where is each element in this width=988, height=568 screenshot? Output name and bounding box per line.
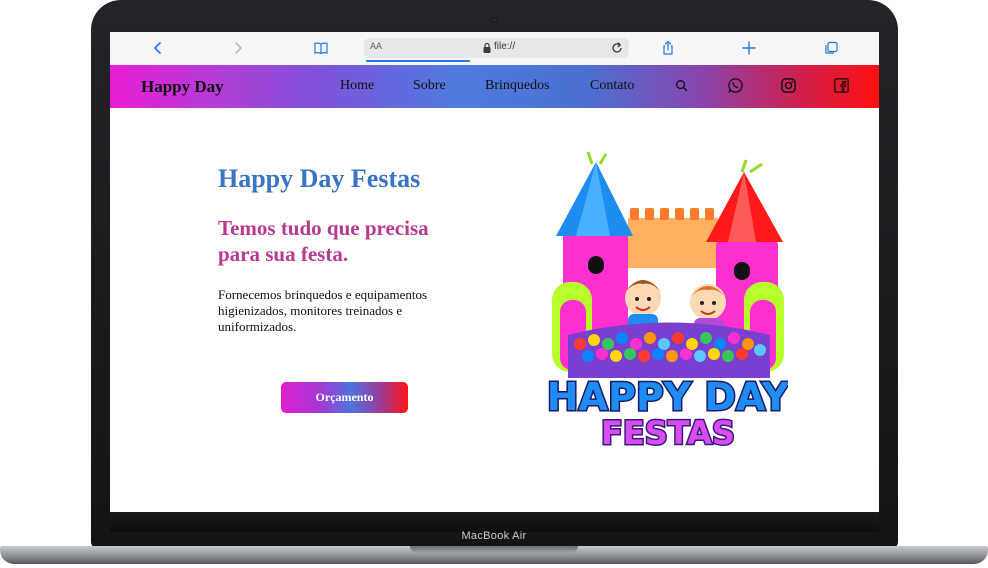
new-tab-icon[interactable]: [740, 39, 758, 57]
address-bar[interactable]: AA file://: [364, 38, 629, 62]
lock-icon: [483, 42, 491, 53]
whatsapp-icon[interactable]: [725, 75, 745, 95]
bookmarks-icon[interactable]: [312, 39, 330, 57]
share-icon[interactable]: [659, 39, 677, 57]
hero-description: Fornecemos brinquedos e equipamentos hig…: [218, 287, 428, 334]
hero-title: Happy Day Festas: [218, 164, 421, 193]
laptop-open-notch: [410, 546, 578, 553]
facebook-icon[interactable]: [831, 75, 851, 95]
hero-subtitle: Temos tudo que precisa para sua festa.: [218, 216, 429, 266]
camera-icon: [491, 17, 497, 23]
happy-day-festas-logo: HAPPY DAY FESTAS: [548, 151, 788, 450]
site-brand[interactable]: Happy Day: [141, 77, 224, 97]
quote-button[interactable]: Orçamento: [281, 382, 408, 413]
logo-text-line1: HAPPY DAY: [548, 375, 788, 419]
forward-icon[interactable]: [229, 39, 247, 57]
back-icon[interactable]: [149, 39, 167, 57]
laptop-bezel-chin: [110, 512, 879, 532]
nav-link-contato[interactable]: Contato: [590, 78, 634, 94]
site-navbar: Happy Day Home Sobre Brinquedos Contato: [110, 65, 879, 108]
nav-link-brinquedos[interactable]: Brinquedos: [485, 78, 550, 94]
browser-toolbar: AA file://: [110, 32, 879, 66]
reader-aa-label[interactable]: AA: [370, 41, 382, 51]
nav-link-sobre[interactable]: Sobre: [413, 78, 446, 94]
search-icon[interactable]: [671, 75, 691, 95]
logo-text-line2: FESTAS: [601, 414, 735, 450]
device-label: MacBook Air: [461, 530, 527, 542]
address-focus-line: [366, 60, 470, 62]
reload-icon[interactable]: [610, 41, 624, 55]
browser-screen: AA file:// Happy Day Home Sobre Brinqued…: [110, 32, 879, 512]
instagram-icon[interactable]: [778, 75, 798, 95]
url-text: file://: [494, 41, 516, 52]
nav-link-home[interactable]: Home: [340, 78, 374, 94]
tabs-overview-icon[interactable]: [822, 39, 840, 57]
